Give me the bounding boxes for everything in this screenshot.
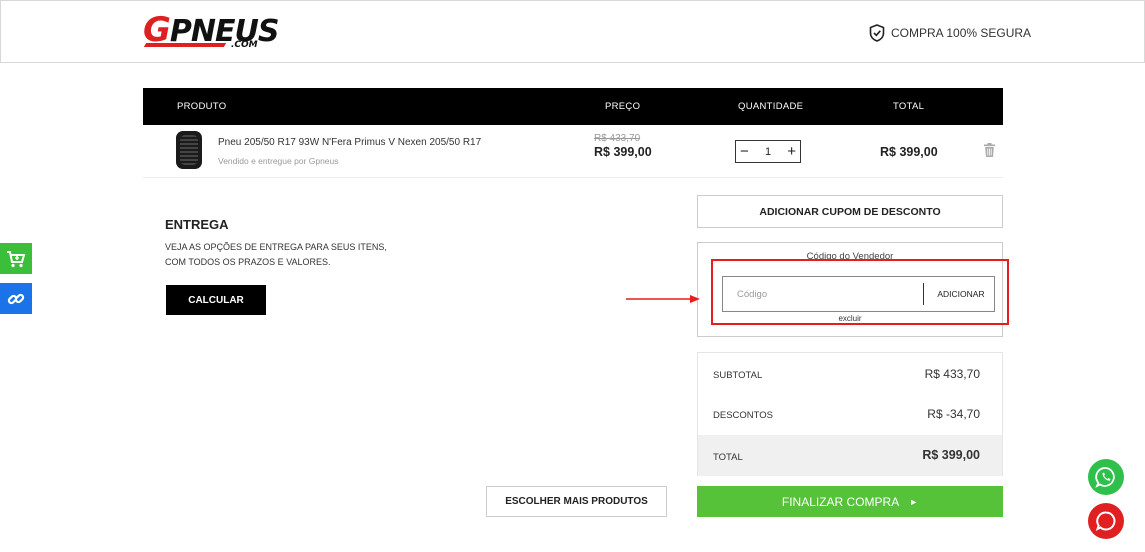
logo-swoosh (143, 43, 227, 47)
product-old-price: R$ 433,70 (594, 133, 641, 144)
play-arrow-icon: ► (909, 496, 919, 507)
header-product: PRODUTO (177, 101, 227, 112)
total-row: TOTAL R$ 399,00 (698, 435, 1002, 476)
header-price: PREÇO (605, 101, 641, 112)
increase-quantity-button[interactable]: + (787, 144, 796, 159)
site-header: GPNEUS .COM COMPRA 100% SEGURA (0, 0, 1145, 63)
add-coupon-button[interactable]: ADICIONAR CUPOM DE DESCONTO (697, 195, 1003, 228)
delivery-desc-line2: COM TODOS OS PRAZOS E VALORES. (165, 257, 331, 267)
trash-icon[interactable] (984, 143, 995, 157)
total-label: TOTAL (713, 452, 743, 463)
delivery-desc-line1: VEJA AS OPÇÕES DE ENTREGA PARA SEUS ITEN… (165, 242, 387, 252)
discount-row: DESCONTOS R$ -34,70 (698, 394, 1002, 435)
quantity-stepper: − 1 + (735, 140, 801, 163)
cart-table-header: PRODUTO PREÇO QUANTIDADE TOTAL (143, 88, 1003, 125)
total-value: R$ 399,00 (922, 448, 980, 462)
whatsapp-button[interactable] (1088, 459, 1124, 495)
delivery-description: VEJA AS OPÇÕES DE ENTREGA PARA SEUS ITEN… (165, 240, 387, 270)
decrease-quantity-button[interactable]: − (740, 144, 749, 159)
product-name[interactable]: Pneu 205/50 R17 93W N'Fera Primus V Nexe… (218, 137, 481, 148)
finish-purchase-label: FINALIZAR COMPRA (781, 494, 900, 509)
link-icon (7, 293, 25, 304)
product-price: R$ 399,00 (594, 145, 652, 159)
chat-icon (1095, 511, 1116, 531)
header-quantity: QUANTIDADE (738, 101, 804, 112)
finish-purchase-button[interactable]: FINALIZAR COMPRA ► (697, 486, 1003, 517)
delivery-title: ENTREGA (165, 217, 229, 232)
chat-button[interactable] (1088, 503, 1124, 539)
header-total: TOTAL (893, 101, 925, 112)
cart-item-row: Pneu 205/50 R17 93W N'Fera Primus V Nexe… (143, 125, 1003, 178)
annotation-highlight-box (711, 259, 1009, 325)
logo-suffix: .COM (231, 40, 258, 50)
annotation-arrow-icon (626, 295, 700, 303)
cart-icon (7, 250, 26, 267)
subtotal-row: SUBTOTAL R$ 433,70 (698, 353, 1002, 394)
secure-label: COMPRA 100% SEGURA (891, 26, 1032, 40)
product-seller: Vendido e entregue por Gpneus (218, 156, 339, 166)
gpneus-logo[interactable]: GPNEUS .COM (143, 13, 283, 51)
subtotal-label: SUBTOTAL (713, 370, 763, 381)
discount-value: R$ -34,70 (927, 407, 980, 421)
subtotal-value: R$ 433,70 (924, 367, 980, 381)
row-total: R$ 399,00 (880, 145, 938, 159)
whatsapp-icon (1095, 467, 1115, 488)
secure-purchase-badge: COMPRA 100% SEGURA (869, 24, 1031, 42)
side-link-button[interactable] (0, 283, 32, 314)
calculate-shipping-button[interactable]: CALCULAR (166, 285, 266, 315)
shield-check-icon (869, 24, 885, 42)
quantity-value[interactable]: 1 (765, 146, 771, 158)
side-cart-button[interactable] (0, 243, 32, 274)
product-image[interactable] (176, 131, 202, 169)
choose-more-products-button[interactable]: ESCOLHER MAIS PRODUTOS (486, 486, 667, 517)
discount-label: DESCONTOS (713, 410, 774, 421)
order-summary: SUBTOTAL R$ 433,70 DESCONTOS R$ -34,70 T… (697, 352, 1003, 476)
